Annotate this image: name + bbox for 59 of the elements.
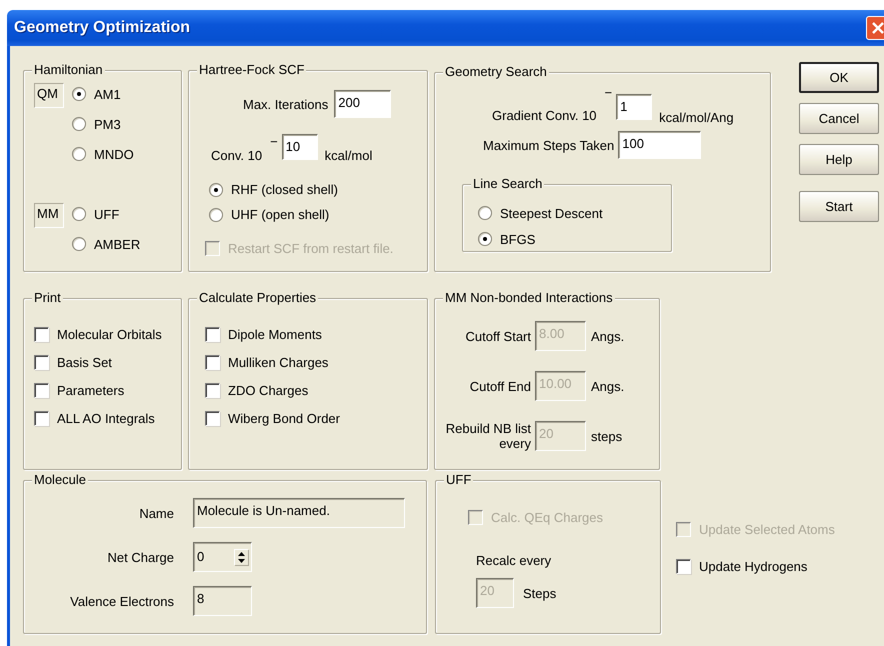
checkbox-option[interactable]: ZDO Charges <box>205 376 427 404</box>
dialog-button[interactable]: OK <box>799 62 879 93</box>
radio-option[interactable]: Steepest Descent <box>478 200 671 226</box>
group-title: Geometry Search <box>443 64 549 80</box>
spinner-field[interactable]: 0 <box>193 542 252 572</box>
unit-label: Angs. <box>591 378 626 394</box>
field-label: Cutoff End <box>468 378 531 394</box>
unit-label: kcal/mol/Ang <box>659 110 734 127</box>
dialog-button[interactable]: Help <box>799 144 879 175</box>
radio-option[interactable]: PM3 <box>72 109 134 139</box>
checkbox-option[interactable]: Molecular Orbitals <box>34 320 181 348</box>
exponent-sign: − <box>270 134 278 149</box>
radio-option[interactable]: RHF (closed shell) <box>209 177 427 202</box>
checkbox-option[interactable]: Dipole Moments <box>205 320 427 348</box>
checkbox-option[interactable]: Basis Set <box>34 348 181 376</box>
up-arrow-icon <box>238 552 245 556</box>
text-field[interactable]: Molecule is Un-named. <box>193 498 405 528</box>
field-label: Cutoff Start <box>464 328 531 344</box>
down-arrow-icon <box>238 559 245 563</box>
field-label: Conv. 10 <box>211 148 262 165</box>
field-value: 0 <box>197 549 204 565</box>
text-field[interactable]: 200 <box>334 90 392 118</box>
radio-option[interactable]: BFGS <box>478 226 671 252</box>
field-label: Gradient Conv. 10 <box>492 108 597 125</box>
text-field[interactable]: 8 <box>193 586 252 616</box>
dialog-button[interactable]: Start <box>799 191 879 222</box>
close-button[interactable] <box>866 16 884 40</box>
unit-label: kcal/mol <box>324 148 372 165</box>
checkbox-option[interactable]: Update Hydrogens <box>676 548 835 585</box>
group-title: Calculate Properties <box>197 290 318 306</box>
field-label: Recalc every <box>476 553 552 568</box>
spin-buttons[interactable] <box>234 549 248 565</box>
radio-option[interactable]: AM1 <box>72 79 134 109</box>
field-label: Maximum Steps Taken <box>483 138 614 152</box>
field-label: Net Charge <box>108 550 174 564</box>
close-icon <box>871 21 884 35</box>
field-label: Max. Iterations <box>243 96 328 112</box>
unit-label: steps <box>591 428 624 444</box>
field-label: Rebuild NB list every <box>444 421 531 451</box>
exponent-sign: − <box>604 85 612 100</box>
checkbox-option[interactable]: Mulliken Charges <box>205 348 427 376</box>
checkbox-option[interactable]: Parameters <box>34 376 181 404</box>
checkbox-option[interactable]: ALL AO Integrals <box>34 404 181 432</box>
text-field[interactable]: 100 <box>618 131 702 159</box>
field-label: Name <box>139 506 174 520</box>
text-field[interactable]: 10 <box>282 134 318 160</box>
window-title: Geometry Optimization <box>14 19 190 37</box>
unit-label: Steps <box>523 586 556 600</box>
radio-option[interactable]: UFF <box>72 199 140 229</box>
method-tag: MM <box>34 203 64 228</box>
field-label: Valence Electrons <box>70 594 174 608</box>
unit-label: Angs. <box>591 328 626 344</box>
radio-option[interactable]: MNDO <box>72 139 134 169</box>
checkbox-option[interactable]: Wiberg Bond Order <box>205 404 427 432</box>
text-field[interactable]: 1 <box>616 94 652 120</box>
dialog-button[interactable]: Cancel <box>799 103 879 134</box>
radio-option[interactable]: AMBER <box>72 229 140 259</box>
method-tag: QM <box>34 83 64 108</box>
radio-option[interactable]: UHF (open shell) <box>209 202 427 227</box>
